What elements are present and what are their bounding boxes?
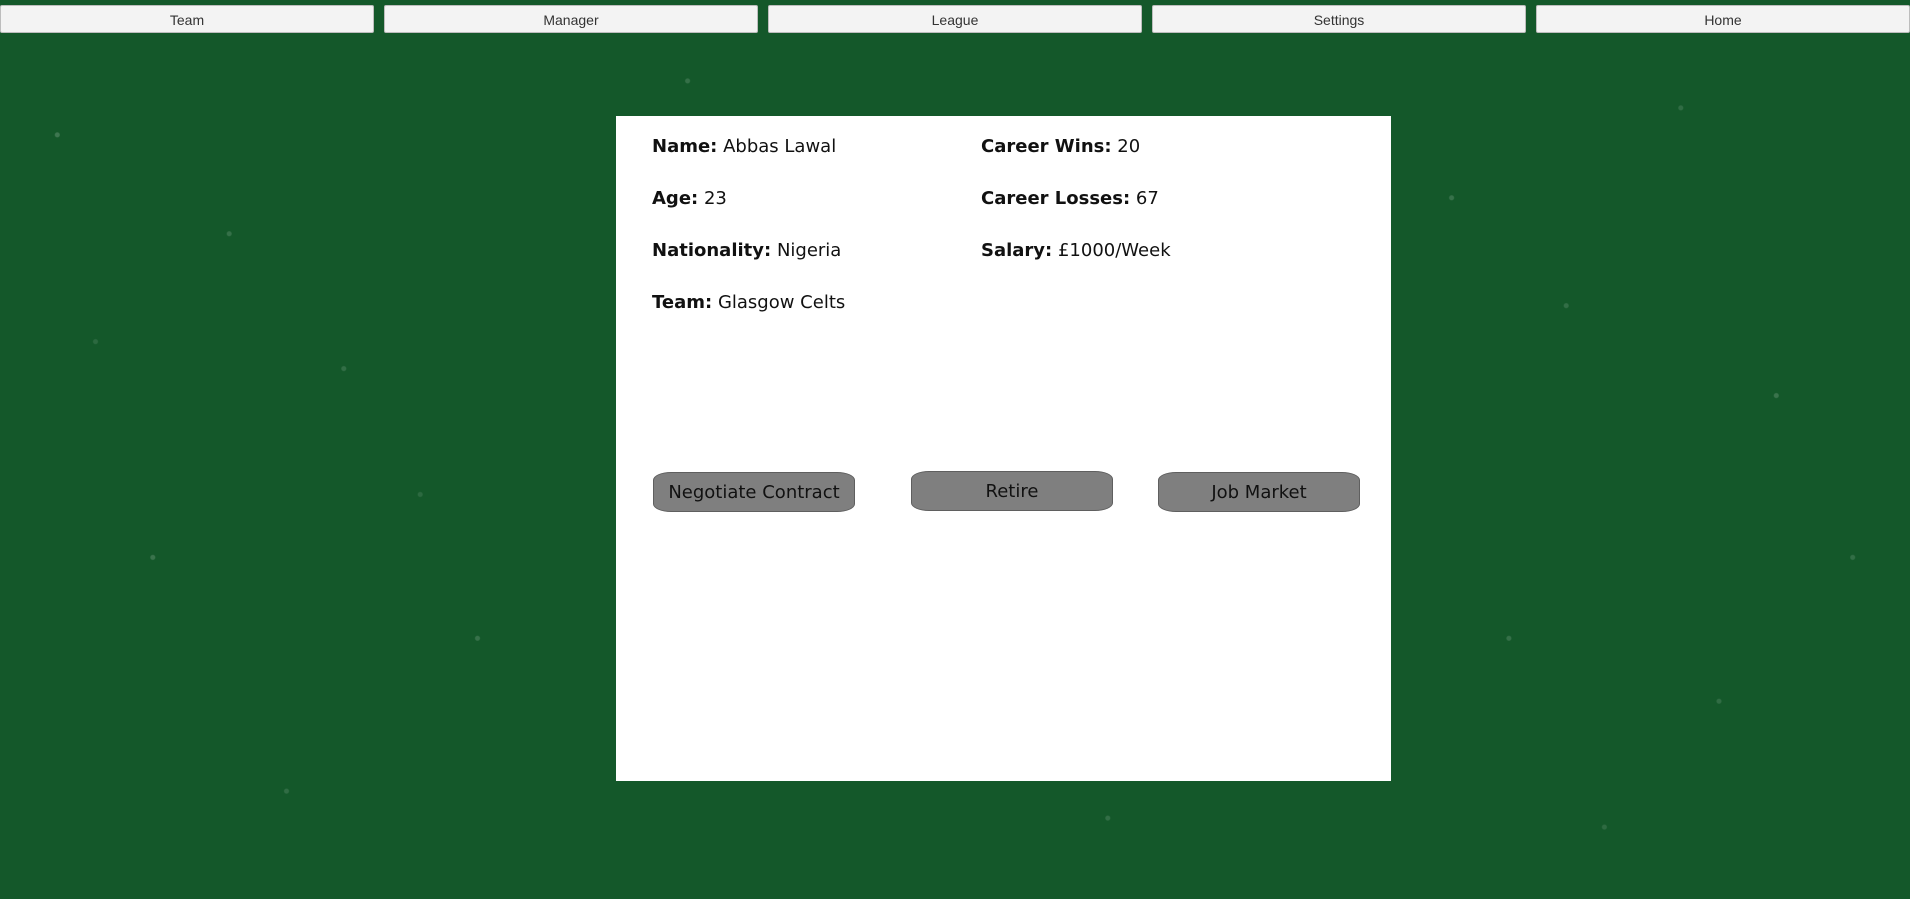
name-label: Name: xyxy=(652,136,718,157)
salary-row: Salary: £1000/Week xyxy=(981,240,1171,261)
name-row: Name: Abbas Lawal xyxy=(652,136,836,157)
career-losses-row: Career Losses: 67 xyxy=(981,188,1159,209)
age-row: Age: 23 xyxy=(652,188,727,209)
team-value: Glasgow Celts xyxy=(717,292,846,313)
age-value: 23 xyxy=(703,188,727,209)
nav-team-button[interactable]: Team xyxy=(0,5,374,33)
team-row: Team: Glasgow Celts xyxy=(652,292,845,313)
team-label: Team: xyxy=(652,292,713,313)
salary-label: Salary: xyxy=(981,240,1053,261)
manager-profile-card: Name: Abbas Lawal Age: 23 Nationality: N… xyxy=(616,116,1391,781)
age-label: Age: xyxy=(652,188,699,209)
nationality-row: Nationality: Nigeria xyxy=(652,240,841,261)
top-navigation: Team Manager League Settings Home xyxy=(0,5,1910,33)
career-losses-value: 67 xyxy=(1135,188,1159,209)
career-wins-label: Career Wins: xyxy=(981,136,1112,157)
nav-home-button[interactable]: Home xyxy=(1536,5,1910,33)
nav-league-button[interactable]: League xyxy=(768,5,1142,33)
nav-settings-button[interactable]: Settings xyxy=(1152,5,1526,33)
career-wins-row: Career Wins: 20 xyxy=(981,136,1140,157)
nationality-label: Nationality: xyxy=(652,240,772,261)
nationality-value: Nigeria xyxy=(776,240,842,261)
retire-button[interactable]: Retire xyxy=(911,471,1113,511)
nav-manager-button[interactable]: Manager xyxy=(384,5,758,33)
career-wins-value: 20 xyxy=(1117,136,1141,157)
career-losses-label: Career Losses: xyxy=(981,188,1131,209)
job-market-button[interactable]: Job Market xyxy=(1158,472,1360,512)
negotiate-contract-button[interactable]: Negotiate Contract xyxy=(653,472,855,512)
name-value: Abbas Lawal xyxy=(723,136,837,157)
salary-value: £1000/Week xyxy=(1057,240,1171,261)
